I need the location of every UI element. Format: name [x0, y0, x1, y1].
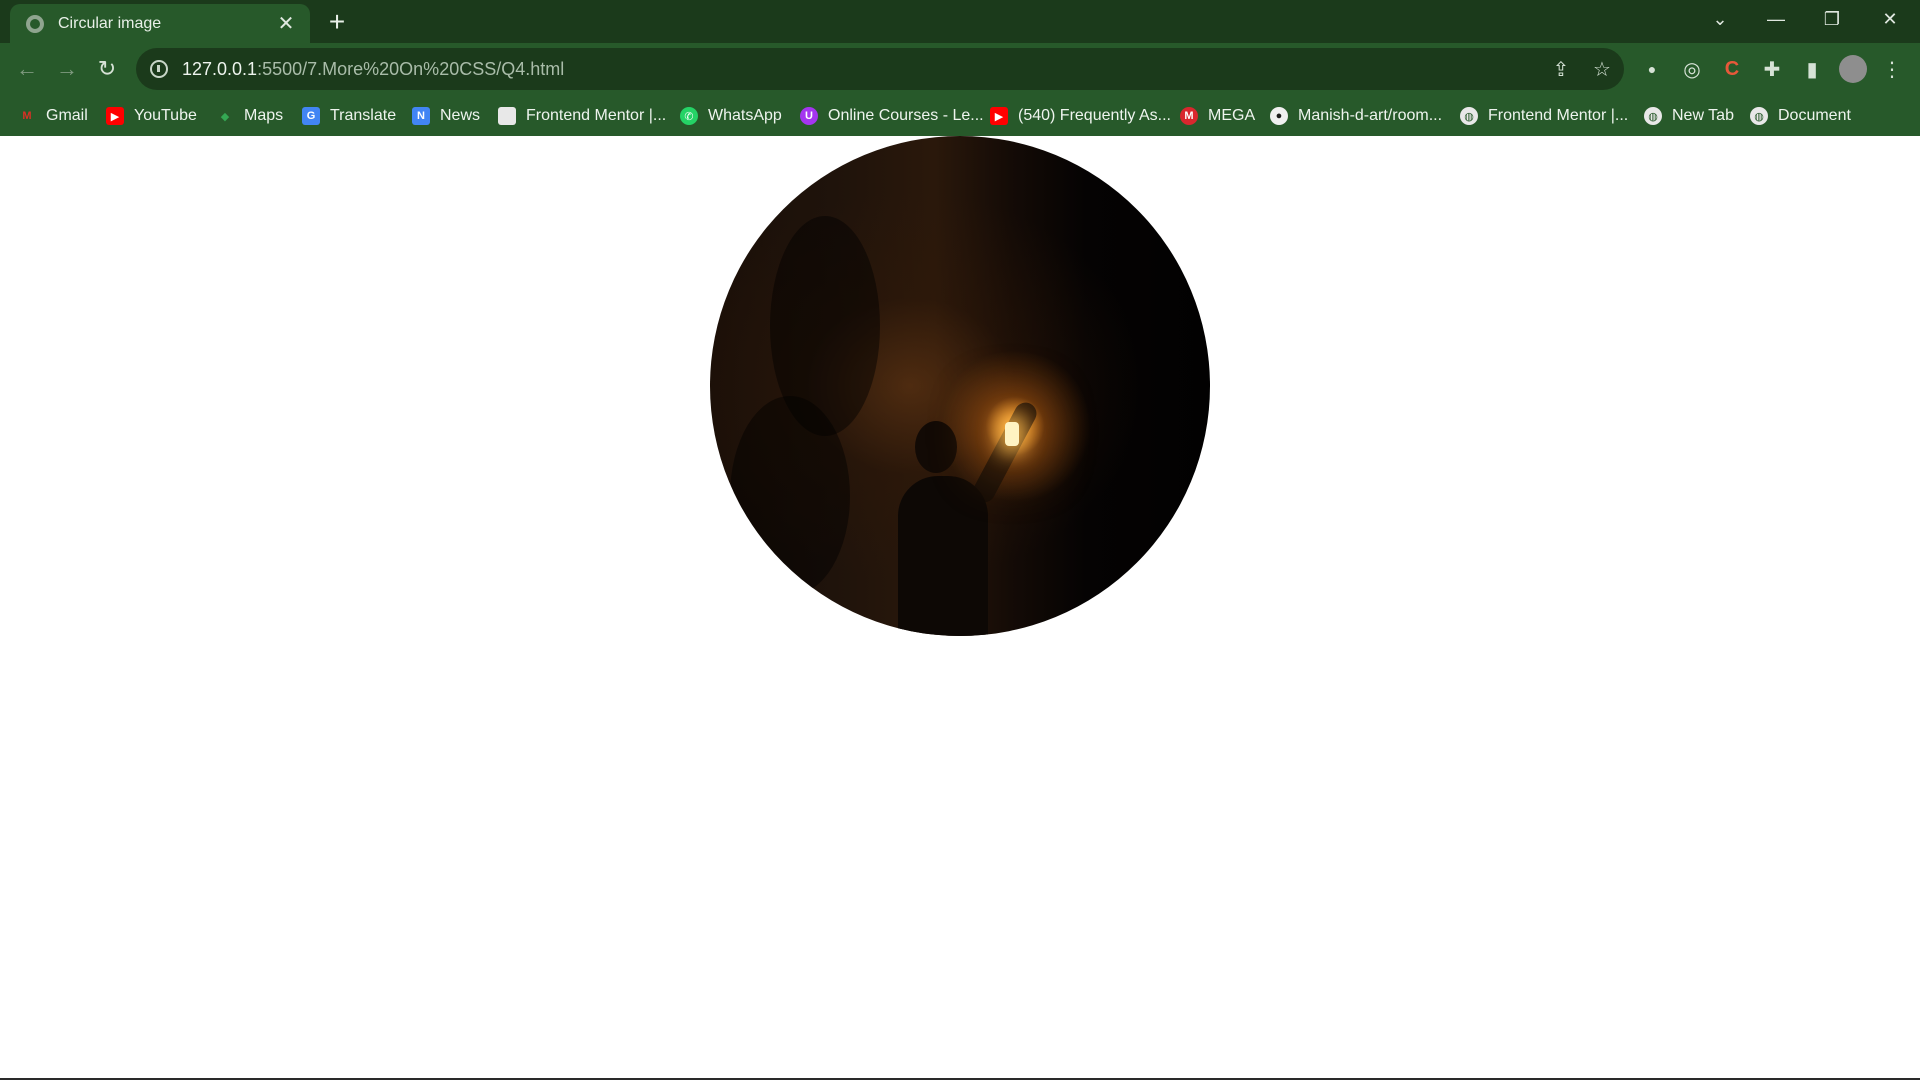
restore-button[interactable]: ❐: [1804, 0, 1860, 38]
bookmark-label: YouTube: [134, 107, 197, 124]
bookmark-maps[interactable]: ◆ Maps: [216, 103, 283, 129]
tab-search-icon[interactable]: ⌄: [1692, 0, 1748, 38]
site-info-icon[interactable]: [150, 60, 168, 78]
globe-icon: ◍: [1644, 107, 1662, 125]
udemy-icon: U: [800, 107, 818, 125]
tab-title: Circular image: [58, 14, 162, 32]
url-host: 127.0.0.1: [182, 58, 258, 79]
close-window-button[interactable]: ✕: [1862, 0, 1918, 38]
news-icon: N: [412, 107, 430, 125]
address-bar[interactable]: 127.0.0.1:5500/7.More%20On%20CSS/Q4.html…: [136, 48, 1624, 90]
youtube-icon: ▶: [106, 107, 124, 125]
bookmark-label: New Tab: [1672, 107, 1734, 124]
share-icon[interactable]: ⇪: [1550, 58, 1572, 81]
bookmark-mega[interactable]: M MEGA: [1180, 103, 1255, 129]
whatsapp-icon: ✆: [680, 107, 698, 125]
person-head: [915, 421, 957, 473]
forward-button[interactable]: →: [51, 53, 83, 85]
page-content: [0, 136, 1920, 1078]
bookmark-github[interactable]: ● Manish-d-art/room...: [1270, 103, 1442, 129]
back-button[interactable]: ←: [11, 53, 43, 85]
bookmark-frontend-mentor[interactable]: Frontend Mentor |...: [498, 103, 666, 129]
bookmark-label: WhatsApp: [708, 107, 782, 124]
toolbar: ← → ↻ 127.0.0.1:5500/7.More%20On%20CSS/Q…: [0, 43, 1920, 95]
bookmark-whatsapp[interactable]: ✆ WhatsApp: [680, 103, 782, 129]
lantern: [1005, 422, 1019, 446]
maps-icon: ◆: [220, 110, 230, 123]
new-tab-button[interactable]: +: [322, 6, 352, 37]
person-arm: [969, 398, 1041, 507]
extension-c-icon[interactable]: C: [1719, 56, 1745, 82]
circular-image: [710, 136, 1210, 636]
bookmark-online-courses[interactable]: U Online Courses - Le...: [800, 103, 984, 129]
bookmark-news[interactable]: N News: [412, 103, 480, 129]
bookmark-label: Maps: [244, 107, 284, 124]
frontend-mentor-icon: [498, 107, 516, 125]
bookmark-translate[interactable]: G Translate: [302, 103, 396, 129]
tab-strip: Circular image ✕ + ⌄ — ❐ ✕: [0, 0, 1920, 43]
bookmarks-bar: M Gmail ▶ YouTube ◆ Maps G Translate N News F…: [0, 95, 1920, 136]
globe-icon: ◍: [1460, 107, 1478, 125]
menu-icon[interactable]: ⋮: [1879, 56, 1905, 82]
puzzle-icon[interactable]: ✚: [1759, 56, 1785, 82]
mega-icon: M: [1180, 107, 1198, 125]
bookmark-document[interactable]: ◍ Document: [1750, 103, 1851, 129]
cave-shadow: [730, 396, 850, 596]
bookmark-new-tab[interactable]: ◍ New Tab: [1644, 103, 1734, 129]
bookmark-label: Translate: [330, 107, 397, 124]
avatar[interactable]: [1839, 55, 1867, 83]
youtube-icon: ▶: [990, 107, 1008, 125]
close-tab-icon[interactable]: ✕: [274, 12, 298, 36]
bookmark-frontend-mentor-2[interactable]: ◍ Frontend Mentor |...: [1460, 103, 1628, 129]
bookmark-star-icon[interactable]: ☆: [1591, 58, 1613, 81]
tab-circular-image[interactable]: Circular image ✕: [10, 4, 310, 43]
bookmark-label: Document: [1778, 107, 1851, 124]
url-text[interactable]: 127.0.0.1:5500/7.More%20On%20CSS/Q4.html: [182, 59, 564, 80]
bookmark-gmail[interactable]: M Gmail: [18, 103, 88, 129]
bookmark-youtube[interactable]: ▶ YouTube: [106, 103, 197, 129]
bookmark-label: Manish-d-art/room...: [1298, 107, 1443, 124]
bookmark-label: MEGA: [1208, 107, 1256, 124]
side-panel-icon[interactable]: ▮: [1799, 56, 1825, 82]
bookmark-label: (540) Frequently As...: [1018, 107, 1171, 124]
extension-target-icon[interactable]: ◎: [1679, 56, 1705, 82]
reload-button[interactable]: ↻: [91, 53, 123, 85]
gmail-icon: M: [22, 110, 32, 122]
bookmark-label: News: [440, 107, 481, 124]
globe-icon: [26, 14, 44, 33]
translate-icon: G: [302, 107, 320, 125]
bookmark-label: Frontend Mentor |...: [526, 107, 667, 124]
globe-icon: ◍: [1750, 107, 1768, 125]
person-silhouette: [898, 476, 988, 636]
github-icon: ●: [1270, 107, 1288, 125]
bookmark-frequently-asked[interactable]: ▶ (540) Frequently As...: [990, 103, 1171, 129]
extension-icon[interactable]: ●: [1639, 56, 1665, 82]
minimize-button[interactable]: —: [1748, 0, 1804, 38]
bookmark-label: Online Courses - Le...: [828, 107, 984, 124]
bookmark-label: Frontend Mentor |...: [1488, 107, 1629, 124]
bookmark-label: Gmail: [46, 107, 88, 124]
url-path: :5500/7.More%20On%20CSS/Q4.html: [257, 58, 565, 79]
